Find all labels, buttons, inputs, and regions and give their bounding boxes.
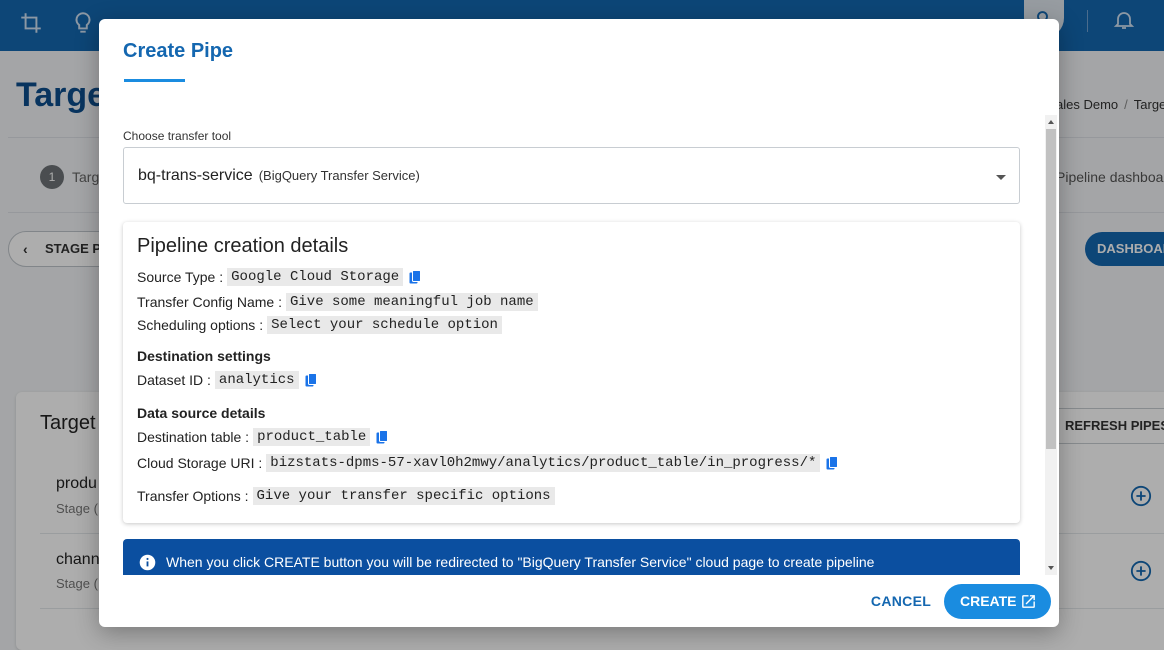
dataset-line: Dataset ID : analytics [137,371,318,389]
transfer-tool-label: Choose transfer tool [123,129,232,143]
create-pipe-dialog: Create Pipe Choose transfer tool bq-tran… [99,19,1059,627]
select-value: bq-trans-service [138,167,253,184]
copy-icon[interactable] [826,455,839,471]
info-icon [139,554,156,571]
copy-icon[interactable] [409,269,422,285]
transfer-options-value: Give your transfer specific options [252,487,555,505]
dialog-title: Create Pipe [123,40,234,62]
dropdown-arrow-icon [996,175,1006,180]
transfer-config-line: Transfer Config Name : Give some meaning… [137,293,538,311]
destination-table-line: Destination table : product_table [137,428,389,446]
scroll-down-arrow-icon[interactable] [1048,566,1054,570]
copy-icon[interactable] [305,372,318,388]
scheduling-line: Scheduling options : Select your schedul… [137,316,502,334]
transfer-config-value: Give some meaningful job name [285,293,538,311]
destination-settings-heading: Destination settings [137,348,271,364]
scrollbar[interactable] [1045,115,1057,575]
create-button[interactable]: CREATE [944,584,1051,619]
source-type-value: Google Cloud Storage [227,268,404,286]
scheduling-value: Select your schedule option [267,316,502,334]
dataset-value: analytics [214,371,299,389]
destination-table-value: product_table [253,428,371,446]
transfer-tool-select[interactable]: bq-trans-service (BigQuery Transfer Servi… [123,147,1020,204]
info-banner: When you click CREATE button you will be… [123,539,1020,575]
info-text: When you click CREATE button you will be… [166,554,875,570]
field-label: Dataset ID : [137,372,211,388]
field-label: Transfer Options : [137,488,249,504]
select-value-sub: (BigQuery Transfer Service) [258,168,420,183]
field-label: Source Type : [137,269,224,285]
field-label: Scheduling options : [137,317,264,333]
field-label: Transfer Config Name : [137,294,282,310]
field-label: Destination table : [137,429,250,445]
data-source-heading: Data source details [137,405,266,421]
scroll-up-arrow-icon[interactable] [1048,120,1054,124]
cancel-button[interactable]: CANCEL [865,584,937,618]
transfer-options-line: Transfer Options : Give your transfer sp… [137,487,555,505]
open-in-new-icon [1022,595,1035,608]
field-label: Cloud Storage URI : [137,455,263,471]
storage-uri-value: bizstats-dpms-57-xavl0h2mwy/analytics/pr… [266,454,821,472]
title-underline [124,79,185,82]
storage-uri-line: Cloud Storage URI : bizstats-dpms-57-xav… [137,454,839,472]
scrollbar-thumb[interactable] [1046,129,1056,449]
source-type-line: Source Type : Google Cloud Storage [137,268,422,286]
create-button-label: CREATE [960,593,1017,609]
pipeline-details-card: Pipeline creation details Source Type : … [123,222,1020,523]
dialog-content: Choose transfer tool bq-trans-service (Bi… [99,115,1059,575]
details-title: Pipeline creation details [137,235,349,257]
copy-icon[interactable] [376,429,389,445]
